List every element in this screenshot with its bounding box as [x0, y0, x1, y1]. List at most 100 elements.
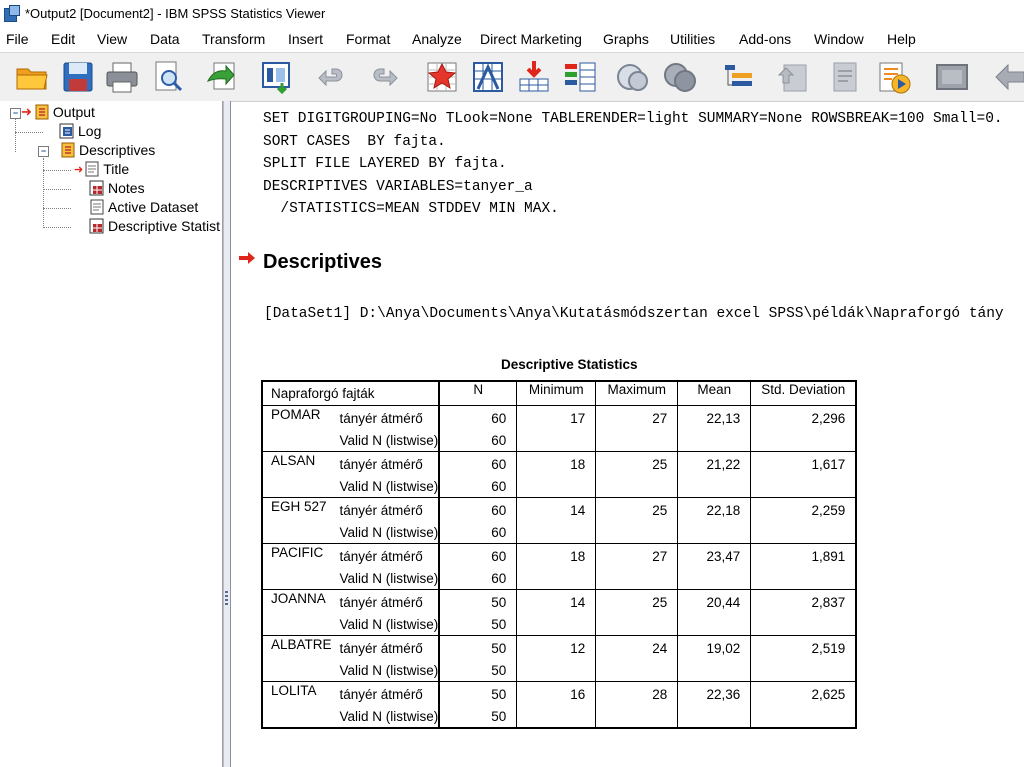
- menu-add-ons[interactable]: Add-ons: [739, 31, 791, 47]
- empty-cell: [516, 659, 596, 682]
- open-icon[interactable]: [14, 59, 50, 95]
- log-icon: [59, 123, 75, 139]
- print-preview-icon[interactable]: [150, 59, 186, 95]
- menu-help[interactable]: Help: [887, 31, 916, 47]
- valid-n-cell: 60: [438, 475, 517, 498]
- minimum-cell: 17: [516, 405, 596, 429]
- menu-graphs[interactable]: Graphs: [603, 31, 649, 47]
- tree-node-notes[interactable]: Notes: [89, 180, 145, 196]
- valid-n-label: Valid N (listwise): [331, 567, 440, 590]
- empty-cell: [595, 521, 678, 544]
- group-cell: JOANNA: [262, 589, 332, 636]
- insert-cases-icon[interactable]: [516, 59, 552, 95]
- demote-icon[interactable]: [828, 59, 864, 95]
- menu-analyze[interactable]: Analyze: [412, 31, 462, 47]
- variable-label: tányér átmérő: [339, 594, 423, 610]
- run-script-icon[interactable]: [876, 59, 912, 95]
- column-header-std-deviation: Std. Deviation: [750, 381, 857, 406]
- menu-bar: File Edit View Data Transform Insert For…: [0, 26, 1024, 52]
- empty-cell: [750, 429, 857, 452]
- collapse-icon[interactable]: [990, 59, 1024, 95]
- window-title: *Output2 [Document2] - IBM SPSS Statisti…: [25, 5, 326, 21]
- mean-cell: 22,18: [677, 497, 751, 521]
- menu-window[interactable]: Window: [814, 31, 864, 47]
- valid-n-label: Valid N (listwise): [331, 475, 440, 498]
- table-row: EGH 527 tányér átmérő 60 14 25 22,18 2,259: [262, 497, 857, 544]
- valid-n-label: Valid N (listwise): [331, 659, 440, 682]
- descriptives-book-icon: [60, 142, 76, 158]
- output-content-pane: SET DIGITGROUPING=No TLook=None TABLEREN…: [230, 101, 1024, 767]
- dataset-line: [DataSet1] D:\Anya\Documents\Anya\Kutatá…: [264, 306, 1004, 322]
- group-cell: PACIFIC: [262, 543, 332, 590]
- empty-cell: [677, 705, 751, 728]
- promote-icon[interactable]: [776, 59, 812, 95]
- empty-cell: [516, 705, 596, 728]
- goto-variable-icon[interactable]: [470, 59, 506, 95]
- n-cell: 60: [438, 451, 517, 475]
- spss-app-icon: [4, 5, 20, 22]
- menu-transform[interactable]: Transform: [202, 31, 265, 47]
- valid-n-cell: 50: [438, 705, 517, 728]
- syntax-line: SET DIGITGROUPING=No TLook=None TABLEREN…: [263, 111, 1003, 127]
- empty-cell: [516, 521, 596, 544]
- export-icon[interactable]: [204, 59, 240, 95]
- section-heading[interactable]: Descriptives: [263, 251, 382, 274]
- active-dataset-doc-icon: [89, 199, 105, 215]
- empty-cell: [677, 429, 751, 452]
- menu-edit[interactable]: Edit: [51, 31, 75, 47]
- maximum-cell: 25: [595, 497, 678, 521]
- minimum-cell: 18: [516, 451, 596, 475]
- tree-label-active-dataset: Active Dataset: [108, 199, 199, 215]
- descriptive-statistics-table[interactable]: Napraforgó fajták N Minimum Maximum Mean…: [261, 380, 858, 729]
- std-deviation-cell: 2,625: [750, 681, 857, 705]
- menu-direct-marketing[interactable]: Direct Marketing: [480, 31, 582, 47]
- tree-node-descriptive-statistics[interactable]: Descriptive Statist: [89, 218, 220, 234]
- splitter-grip-icon: [225, 591, 228, 607]
- menu-format[interactable]: Format: [346, 31, 390, 47]
- redo-icon[interactable]: [366, 59, 402, 95]
- maximum-cell: 25: [595, 589, 678, 613]
- tree-label-output: Output: [52, 104, 95, 120]
- table-row: Valid N (listwise) 50: [262, 613, 857, 636]
- collapse-output-toggle[interactable]: −: [10, 108, 21, 119]
- menu-data[interactable]: Data: [150, 31, 180, 47]
- menu-file[interactable]: File: [6, 31, 29, 47]
- empty-cell: [750, 521, 857, 544]
- print-icon[interactable]: [104, 59, 140, 95]
- recall-dialog-icon[interactable]: [260, 59, 296, 95]
- column-header-maximum: Maximum: [595, 381, 678, 406]
- tree-node-active-dataset[interactable]: Active Dataset: [89, 199, 198, 215]
- tree-node-title[interactable]: ➜ Title: [74, 161, 129, 177]
- select-cases-icon[interactable]: [662, 59, 698, 95]
- table-row: JOANNA tányér átmérő 50 14 25 20,44 2,837: [262, 589, 857, 636]
- empty-cell: [750, 613, 857, 636]
- menu-utilities[interactable]: Utilities: [670, 31, 715, 47]
- split-file-icon[interactable]: [614, 59, 650, 95]
- undo-icon[interactable]: [314, 59, 350, 95]
- tree-node-descriptives[interactable]: Descriptives: [60, 142, 155, 158]
- mean-cell: 19,02: [677, 635, 751, 659]
- valid-n-cell: 60: [438, 429, 517, 452]
- goto-case-icon[interactable]: [424, 59, 460, 95]
- designate-window-icon[interactable]: [720, 59, 756, 95]
- hide-icon[interactable]: [934, 59, 970, 95]
- minimum-cell: 18: [516, 543, 596, 567]
- maximum-cell: 28: [595, 681, 678, 705]
- menu-view[interactable]: View: [97, 31, 127, 47]
- variable-label: tányér átmérő: [339, 548, 423, 564]
- tree-node-output[interactable]: ➜ Output: [21, 104, 95, 120]
- section-arrow-icon: [239, 252, 255, 264]
- maximum-cell: 24: [595, 635, 678, 659]
- std-deviation-cell: 1,891: [750, 543, 857, 567]
- tree-node-log[interactable]: Log: [59, 123, 101, 139]
- collapse-descriptives-toggle[interactable]: −: [38, 146, 49, 157]
- output-book-icon: [34, 104, 50, 120]
- table-row: Valid N (listwise) 60: [262, 429, 857, 452]
- empty-cell: [677, 521, 751, 544]
- menu-insert[interactable]: Insert: [288, 31, 323, 47]
- empty-cell: [677, 659, 751, 682]
- save-icon[interactable]: [60, 59, 96, 95]
- variables-icon[interactable]: [562, 59, 598, 95]
- maximum-cell: 25: [595, 451, 678, 475]
- n-cell: 50: [438, 681, 517, 705]
